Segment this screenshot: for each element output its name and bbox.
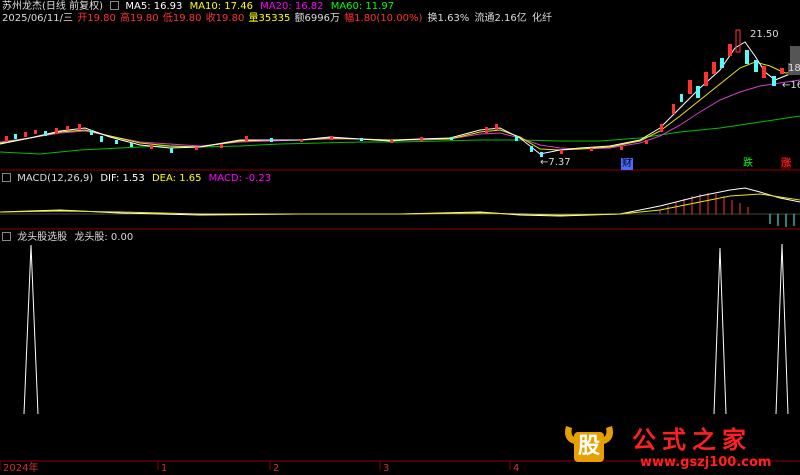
macd-histogram-neg	[769, 214, 795, 227]
x-axis-label: 1	[161, 463, 168, 474]
collapse-icon[interactable]	[2, 173, 11, 182]
watermark-logo: 股	[560, 418, 618, 466]
finance-marker[interactable]: 财	[621, 158, 633, 170]
high-price-label: 21.50	[750, 29, 779, 40]
x-axis-label: 2	[273, 463, 280, 474]
macd-name: MACD(12,26,9)	[17, 173, 94, 184]
low-price-label: ←7.37	[540, 157, 571, 168]
macd-dea: DEA: 1.65	[151, 173, 202, 184]
right-price-label-1: 18	[788, 63, 800, 75]
ma10-line	[0, 61, 800, 151]
macd-value: MACD: -0.23	[208, 173, 272, 184]
indicator-value: 龙头股: 0.00	[74, 232, 134, 243]
ma60-line	[0, 115, 800, 155]
right-price-label-2: ←16.3	[782, 80, 800, 91]
macd-dea-line	[0, 193, 800, 216]
watermark-url: www.gszj100.com	[640, 455, 772, 470]
x-axis-label: 4	[513, 463, 520, 474]
x-axis-label: 2024年	[3, 463, 39, 474]
candles	[5, 29, 800, 157]
down-marker: 跌	[743, 158, 753, 169]
macd-dif: DIF: 1.53	[100, 173, 145, 184]
collapse-icon[interactable]	[2, 232, 11, 241]
watermark-logo-char: 股	[577, 434, 600, 459]
x-axis-label: 3	[383, 463, 390, 474]
indicator-name: 龙头股选股	[17, 232, 68, 243]
signal-spike-2	[713, 247, 727, 415]
signal-spike-1	[23, 244, 39, 415]
up-marker: 涨	[781, 158, 791, 170]
macd-header: MACD(12,26,9) DIF: 1.53 DEA: 1.65 MACD: …	[2, 172, 275, 185]
signal-spike-3	[775, 243, 789, 415]
indicator-header: 龙头股选股 龙头股: 0.00	[2, 231, 137, 244]
watermark-brand: 公式之家	[632, 426, 752, 454]
